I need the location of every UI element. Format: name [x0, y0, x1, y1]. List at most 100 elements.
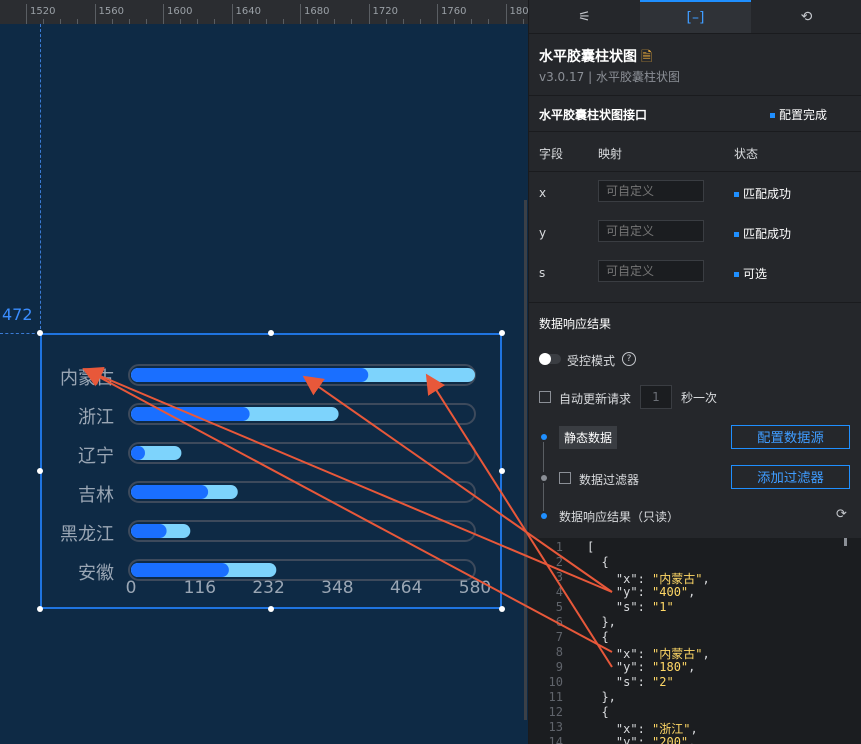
ruler-tick-label: 1520 [30, 6, 56, 17]
ruler-major-mark [26, 4, 27, 24]
ruler-tick-label: 1640 [235, 6, 261, 17]
code-line: "y": "200", [587, 735, 696, 744]
divider [529, 171, 861, 172]
bar-segment-1[interactable] [131, 563, 229, 577]
auto-update-checkbox[interactable] [539, 391, 551, 403]
field-status-y: 匹配成功 [734, 225, 791, 242]
divider [529, 302, 861, 303]
step-line [543, 442, 544, 472]
field-name-y: y [539, 226, 547, 240]
category-label: 辽宁 [78, 446, 114, 467]
ruler-tick-label: 1760 [441, 6, 467, 17]
code-line-number: 12 [548, 705, 563, 719]
resize-handle-bottom-right[interactable] [499, 606, 505, 612]
code-line: "y": "400", [587, 585, 696, 599]
code-line: { [587, 555, 609, 569]
resize-handle-top-right[interactable] [499, 330, 505, 336]
tab-data[interactable]: [–] [640, 0, 751, 33]
resize-handle-top-left[interactable] [37, 330, 43, 336]
tab-interaction[interactable]: ⟲ [751, 0, 861, 33]
mapping-input-y[interactable] [598, 220, 704, 242]
toggle-knob [539, 353, 551, 365]
controlled-mode-toggle[interactable] [539, 353, 561, 365]
component-title: 水平胶囊柱状图 🗎 [539, 49, 653, 65]
ruler-tick-label: 1720 [372, 6, 398, 17]
bar-segment-1[interactable] [131, 407, 250, 421]
category-label: 安徽 [78, 563, 114, 584]
mapping-input-s[interactable] [598, 260, 704, 282]
code-line: "s": "1" [587, 600, 674, 614]
bar-segment-1[interactable] [131, 524, 167, 538]
canvas-scrollbar[interactable] [524, 200, 527, 720]
resize-handle-bottom[interactable] [268, 606, 274, 612]
config-datasource-button[interactable]: 配置数据源 [731, 425, 850, 449]
resize-handle-top[interactable] [268, 330, 274, 336]
panel-tabs: ⚟ [–] ⟲ [529, 0, 861, 34]
column-header-status: 状态 [734, 147, 759, 161]
status-dot [734, 232, 739, 237]
ruler-tick-label: 1600 [167, 6, 193, 17]
chart-svg: 内蒙古浙江辽宁吉林黑龙江安徽 0 116 232 348 464 580 [60, 364, 491, 598]
add-filter-button[interactable]: 添加过滤器 [731, 465, 850, 489]
ruler-major-mark [505, 4, 507, 24]
tab-config[interactable]: ⚟ [529, 0, 640, 33]
ruler-major-mark [437, 4, 438, 24]
static-data-tag: 静态数据 [559, 426, 618, 449]
mapping-input-x[interactable] [598, 180, 704, 202]
ruler-tick-label: 1680 [304, 6, 330, 17]
json-code-viewer[interactable]: 1[2 {3 "x": "内蒙古", 4 "y": "400", 5 "s": "1… [529, 538, 861, 744]
resize-handle-left[interactable] [37, 468, 43, 474]
x-tick-label: 116 [184, 578, 216, 598]
field-name-x: x [539, 186, 547, 200]
code-line-number: 1 [555, 540, 563, 554]
status-dot [734, 192, 739, 197]
document-icon[interactable]: 🗎 [641, 49, 652, 65]
code-line-number: 6 [555, 615, 563, 629]
status-dot [734, 272, 739, 277]
capsule-bar-chart-widget[interactable]: 内蒙古 浙江 辽宁 吉林 黑龙江 安徽 0 116 232 348 464 580 [40, 333, 502, 609]
field-status-x: 匹配成功 [734, 185, 791, 202]
ruler-major-mark [300, 4, 301, 24]
code-line-number: 9 [555, 660, 563, 674]
ruler-major-mark [163, 4, 164, 24]
interface-status: 配置完成 [770, 106, 827, 123]
bar-segment-1[interactable] [131, 485, 209, 499]
resize-handle-bottom-left[interactable] [37, 606, 43, 612]
ruler-tick-label: 1560 [98, 6, 124, 17]
code-line: { [587, 630, 609, 644]
filter-checkbox[interactable] [559, 472, 571, 484]
code-line: [ [587, 540, 595, 554]
code-line-number: 5 [555, 600, 563, 614]
code-line-number: 3 [555, 570, 563, 584]
code-line: { [587, 705, 609, 719]
divider [529, 95, 861, 96]
horizontal-ruler: 1520 1560 1600 1640 1680 1720 1760 1800 [0, 0, 528, 25]
status-dot [770, 113, 775, 118]
auto-update-label: 自动更新请求 [559, 392, 632, 406]
component-version: v3.0.17 | 水平胶囊柱状图 [539, 70, 680, 84]
code-line: }, [587, 615, 616, 629]
code-line-number: 2 [555, 555, 563, 569]
step-dot-result [541, 513, 547, 519]
help-icon[interactable]: ? [622, 352, 636, 366]
horizontal-guide-line [0, 333, 40, 334]
canvas-area[interactable]: 472 内蒙古 浙江 辽宁 吉林 黑龙江 安徽 0 116 232 348 464 580 [0, 24, 528, 744]
ruler-major-mark [231, 4, 233, 24]
vertical-guide-line [40, 24, 41, 334]
resize-handle-right[interactable] [499, 468, 505, 474]
code-scrollbar[interactable] [844, 538, 847, 546]
x-tick-label: 348 [321, 578, 353, 598]
bar-segment-1[interactable] [131, 446, 145, 460]
result-section-title: 数据响应结果 [539, 317, 612, 331]
code-line-number: 4 [555, 585, 563, 599]
cursor-icon: ⟲ [800, 8, 813, 25]
bar-segment-1[interactable] [131, 368, 369, 382]
category-label: 吉林 [78, 485, 114, 506]
category-label: 内蒙古 [60, 368, 114, 389]
code-line: "s": "2" [587, 675, 674, 689]
code-line: }, [587, 690, 616, 704]
controlled-mode-label: 受控模式 [567, 354, 616, 368]
interval-input[interactable]: 1 [640, 385, 672, 409]
x-tick-label: 580 [459, 578, 491, 598]
refresh-icon[interactable]: ⟳ [836, 507, 847, 522]
